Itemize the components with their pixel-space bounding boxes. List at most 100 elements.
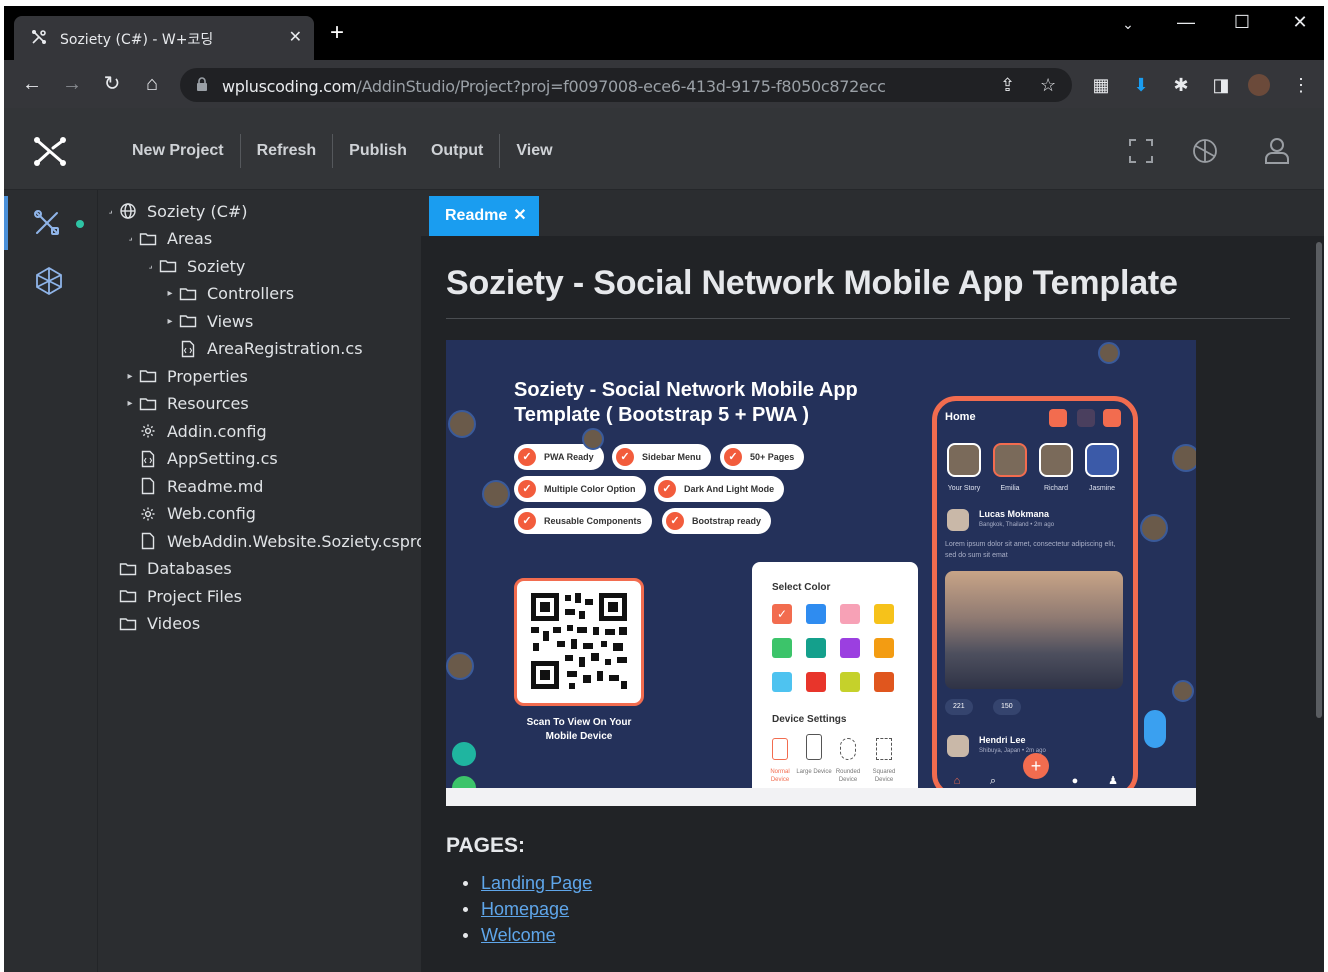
pages-heading: PAGES: bbox=[446, 834, 525, 857]
home-button[interactable]: ⌂ bbox=[140, 72, 164, 96]
tree-item[interactable]: Web.config bbox=[123, 501, 256, 527]
tree-item[interactable]: AppSetting.cs bbox=[123, 446, 278, 472]
tree-item[interactable]: Addin.config bbox=[123, 418, 267, 444]
close-window-button[interactable]: ✕ bbox=[1280, 12, 1320, 33]
tree-item[interactable]: Databases bbox=[103, 556, 232, 582]
story-label: Your Story bbox=[947, 485, 981, 492]
color-swatch bbox=[874, 672, 894, 692]
browser-tab[interactable]: Soziety (C#) - W+코딩 ✕ bbox=[14, 16, 314, 60]
menu-output[interactable]: Output bbox=[423, 134, 499, 168]
maximize-button[interactable]: ☐ bbox=[1222, 12, 1262, 33]
pages-list: Landing Page Homepage Welcome bbox=[463, 870, 592, 948]
tree-item-label: Addin.config bbox=[167, 421, 267, 441]
scrollbar[interactable] bbox=[1316, 242, 1322, 718]
tree-item[interactable]: ▸ Properties bbox=[123, 363, 247, 389]
extensions-puzzle-icon[interactable]: ✱ bbox=[1170, 74, 1192, 96]
tab-title: Soziety (C#) - W+코딩 bbox=[60, 32, 214, 48]
tree-item[interactable]: ▸ Controllers bbox=[163, 281, 294, 307]
reload-button[interactable]: ↻ bbox=[100, 72, 124, 96]
menu-refresh[interactable]: Refresh bbox=[241, 134, 333, 168]
app-logo-icon bbox=[34, 137, 66, 166]
tab-search-icon[interactable]: ⌄ bbox=[1108, 16, 1148, 33]
link-landing-page[interactable]: Landing Page bbox=[481, 873, 592, 894]
extension-icon[interactable]: ▦ bbox=[1090, 74, 1112, 96]
tab-readme[interactable]: Readme ✕ bbox=[429, 196, 539, 236]
qr-code bbox=[514, 578, 644, 706]
menu-new-project[interactable]: New Project bbox=[116, 134, 240, 168]
device-settings-label: Device Settings bbox=[772, 714, 847, 725]
tree-item-label: Soziety (C#) bbox=[147, 201, 248, 221]
extensions-icon[interactable] bbox=[34, 266, 64, 296]
tree-item[interactable]: Videos bbox=[103, 611, 200, 637]
chevron-right-icon[interactable]: ▸ bbox=[123, 371, 137, 382]
activity-bar bbox=[4, 190, 98, 972]
tree-item-label: Areas bbox=[167, 229, 213, 248]
active-indicator bbox=[4, 196, 8, 250]
tree-item[interactable]: ⌄ Areas bbox=[123, 226, 212, 252]
forward-button[interactable]: → bbox=[60, 72, 84, 96]
likes-count: 221 bbox=[945, 699, 973, 715]
tree-item[interactable]: ▸ Resources bbox=[123, 391, 248, 417]
tree-item[interactable]: Readme.md bbox=[123, 473, 263, 499]
chevron-right-icon[interactable]: ▸ bbox=[163, 316, 177, 327]
tab-readme-label: Readme bbox=[445, 207, 508, 224]
list-item: Homepage bbox=[463, 896, 592, 922]
color-settings-card: Select Color ✓ Device Settings Normal De… bbox=[752, 562, 918, 800]
tree-item[interactable]: WebAddin.Website.Soziety.csproj bbox=[123, 528, 421, 554]
profile-avatar[interactable] bbox=[1248, 74, 1270, 96]
side-panel-icon[interactable]: ◨ bbox=[1210, 74, 1232, 96]
color-swatch bbox=[840, 672, 860, 692]
home-icon: ⌂ bbox=[953, 775, 961, 787]
avatar-bubble bbox=[448, 410, 476, 438]
menu-view[interactable]: View bbox=[500, 134, 568, 168]
folder-icon bbox=[117, 560, 139, 578]
folder-icon bbox=[117, 587, 139, 605]
tree-item[interactable]: AreaRegistration.cs bbox=[163, 336, 363, 362]
fullscreen-icon[interactable] bbox=[1126, 136, 1156, 166]
tree-item[interactable]: Project Files bbox=[103, 583, 242, 609]
device-option-icon bbox=[806, 734, 822, 760]
device-option-icon bbox=[840, 738, 856, 760]
post-location: Bangkok, Thailand • 2m ago bbox=[979, 522, 1055, 528]
new-tab-button[interactable]: + bbox=[330, 21, 344, 45]
color-swatch: ✓ bbox=[772, 604, 792, 624]
tree-item[interactable]: ▸ Views bbox=[163, 308, 253, 334]
check-icon: ✓ bbox=[518, 448, 536, 466]
tree-item-label: Readme.md bbox=[167, 476, 264, 496]
feature-pill: ✓ Reusable Components bbox=[514, 508, 652, 534]
back-button[interactable]: ← bbox=[20, 72, 44, 96]
device-option-icon bbox=[772, 738, 788, 760]
phone-bell-icon bbox=[1077, 409, 1095, 427]
tree-item[interactable]: ⌄ Soziety (C#) bbox=[103, 198, 248, 224]
select-color-label: Select Color bbox=[772, 582, 831, 593]
globe-icon bbox=[117, 202, 139, 220]
story-label: Jasmine bbox=[1088, 485, 1116, 492]
user-icon[interactable] bbox=[1262, 136, 1292, 166]
tree-item[interactable]: ⌄ Soziety bbox=[143, 253, 245, 279]
color-swatch bbox=[806, 672, 826, 692]
menu-publish[interactable]: Publish bbox=[333, 134, 423, 168]
link-welcome[interactable]: Welcome bbox=[481, 925, 556, 946]
phone-header: Home bbox=[937, 401, 1133, 433]
close-tab-icon[interactable]: ✕ bbox=[289, 27, 302, 47]
check-icon: ✓ bbox=[658, 480, 676, 498]
folder-icon bbox=[177, 312, 199, 330]
chevron-right-icon[interactable]: ▸ bbox=[163, 288, 177, 299]
share-icon[interactable]: ⇪ bbox=[1000, 75, 1015, 96]
avatar-bubble bbox=[1140, 514, 1168, 542]
more-menu-icon[interactable]: ⋮ bbox=[1290, 74, 1312, 96]
close-icon[interactable]: ✕ bbox=[513, 207, 526, 224]
hero-title: Soziety - Social Network Mobile App Temp… bbox=[514, 379, 858, 426]
bookmark-star-icon[interactable]: ☆ bbox=[1040, 75, 1056, 96]
device-label: Rounded Device bbox=[835, 769, 861, 783]
chevron-right-icon[interactable]: ▸ bbox=[123, 398, 137, 409]
link-homepage[interactable]: Homepage bbox=[481, 899, 569, 920]
story-avatar bbox=[993, 443, 1027, 477]
code-file-icon bbox=[137, 450, 159, 468]
ai-assistant-icon[interactable] bbox=[1190, 136, 1220, 166]
minimize-button[interactable]: — bbox=[1166, 12, 1206, 33]
address-bar[interactable]: wpluscoding.com/AddinStudio/Project?proj… bbox=[180, 68, 1072, 102]
tools-icon[interactable] bbox=[32, 208, 62, 238]
download-icon[interactable]: ⬇ bbox=[1130, 74, 1152, 96]
add-post-icon: + bbox=[1023, 753, 1049, 779]
